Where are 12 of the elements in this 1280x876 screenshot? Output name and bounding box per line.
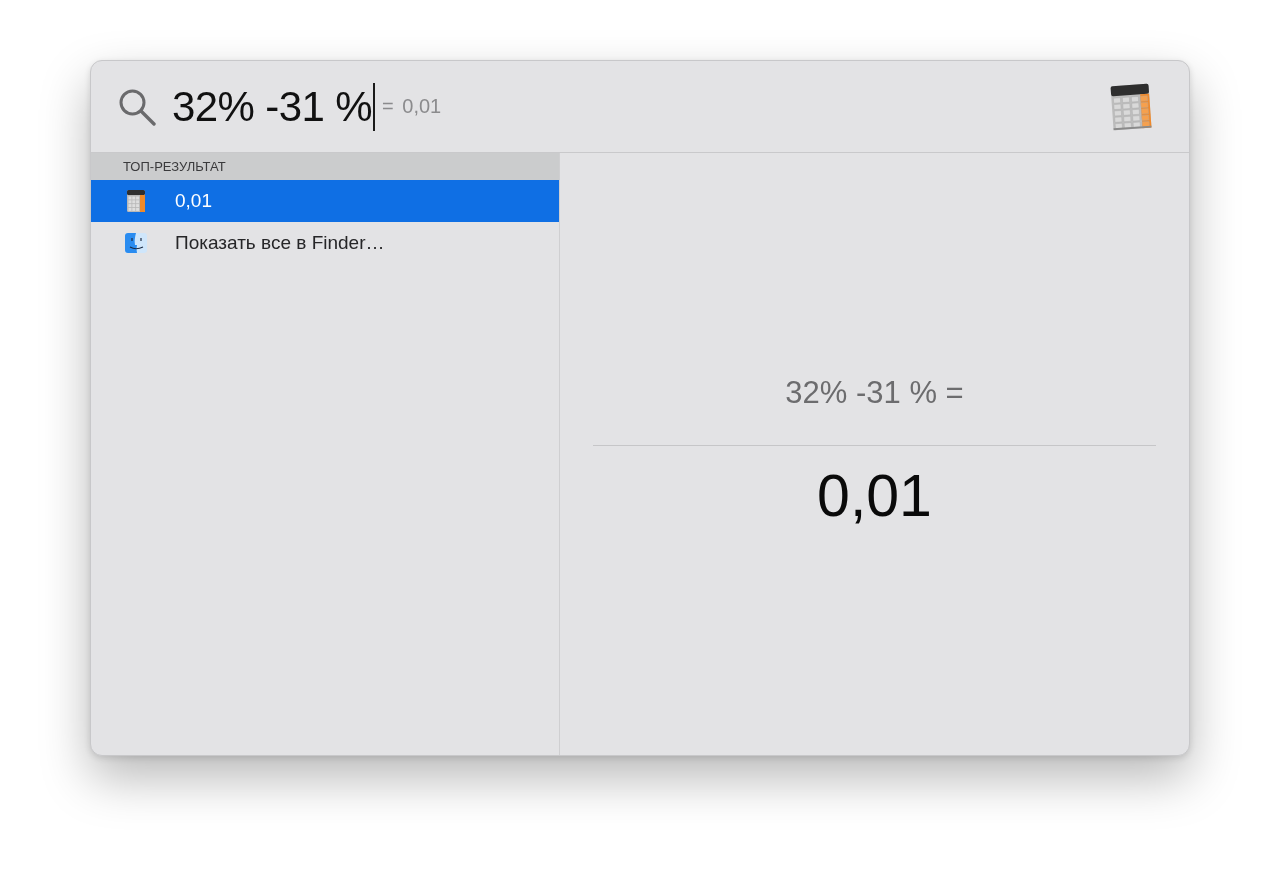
search-query: 32% -31 % — [172, 81, 373, 132]
result-row[interactable]: Показать все в Finder… — [91, 222, 559, 264]
calculation-result: 0,01 — [817, 462, 932, 530]
inline-result: = 0,01 — [382, 95, 442, 118]
finder-icon — [124, 231, 148, 255]
search-field[interactable]: 32% -31 % = 0,01 — [118, 78, 442, 135]
calculator-icon — [124, 189, 148, 213]
section-header: ТОП-РЕЗУЛЬТАТ — [91, 153, 559, 180]
calculator-icon — [1109, 81, 1153, 132]
search-icon — [118, 87, 156, 126]
result-row[interactable]: 0,01 — [91, 180, 559, 222]
calculation-expression: 32% -31 % = — [785, 374, 964, 412]
